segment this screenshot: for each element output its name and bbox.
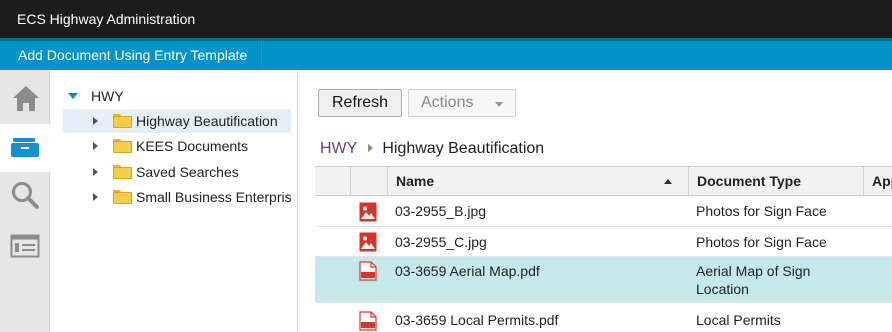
column-header-name[interactable]: Name (387, 167, 688, 196)
row-doc-type: Photos for Sign Face (696, 203, 827, 219)
column-name-label: Name (396, 173, 435, 189)
tree-item-label: Saved Searches (136, 164, 239, 180)
table-row[interactable]: 03-2955_B.jpg Photos for Sign Face (315, 196, 892, 227)
row-name[interactable]: 03-2955_B.jpg (395, 202, 486, 220)
folder-icon (113, 114, 132, 128)
row-doc-type: Photos for Sign Face (696, 234, 827, 250)
table-row[interactable]: 03-3659 Local Permits.pdf Local Permits (315, 303, 892, 332)
browse-icon (11, 138, 39, 157)
expand-right-icon[interactable] (93, 142, 98, 150)
nav-work[interactable] (0, 224, 50, 272)
breadcrumb: HWY Highway Beautification (320, 138, 544, 160)
search-icon (12, 182, 39, 209)
folder-icon (113, 165, 132, 179)
row-doc-type-continued: Location (696, 281, 749, 297)
image-file-icon (359, 202, 377, 222)
app-title-bar: ECS Highway Administration (0, 0, 892, 38)
table-row-selected[interactable]: 03-3659 Aerial Map.pdf Aerial Map of Sig… (315, 257, 892, 303)
content-pane: Refresh Actions HWY Highway Beautificatio… (299, 70, 892, 332)
grid-header: Name Document Type App (315, 166, 892, 196)
tree-item-kees-documents[interactable]: KEES Documents (63, 134, 291, 158)
tree-item-highway-beautification[interactable]: Highway Beautification (63, 109, 291, 133)
icon-column (350, 167, 387, 196)
folder-tree: HWY Highway Beautification KEES Document… (50, 70, 298, 332)
tree-item-label: Highway Beautification (136, 113, 278, 129)
nav-home[interactable] (0, 82, 50, 130)
column-header-app[interactable]: App (863, 167, 892, 196)
expand-right-icon[interactable] (93, 168, 98, 176)
row-name[interactable]: 03-3659 Local Permits.pdf (395, 311, 558, 329)
chevron-down-icon (495, 102, 503, 107)
column-header-document-type[interactable]: Document Type (688, 167, 863, 196)
home-icon (13, 86, 39, 111)
tree-root-label: HWY (91, 88, 124, 104)
pdf-file-icon (359, 311, 377, 331)
actions-dropdown[interactable]: Actions (408, 89, 516, 117)
folder-icon (113, 139, 132, 153)
nav-search[interactable] (0, 172, 50, 220)
actions-label: Actions (421, 94, 474, 111)
work-items-icon (10, 234, 40, 258)
pdf-file-icon (359, 261, 377, 281)
expand-down-icon[interactable] (68, 93, 78, 99)
breadcrumb-current: Highway Beautification (382, 140, 545, 157)
tree-item-small-business[interactable]: Small Business Enterpris (63, 185, 292, 209)
breadcrumb-root-link[interactable]: HWY (320, 140, 357, 157)
expand-right-icon[interactable] (93, 117, 98, 125)
tree-root-hwy[interactable]: HWY (66, 84, 286, 108)
sort-ascending-icon (664, 179, 672, 184)
row-name[interactable]: 03-2955_C.jpg (395, 233, 487, 251)
refresh-button[interactable]: Refresh (318, 89, 402, 117)
image-file-icon (359, 232, 377, 252)
breadcrumb-separator-icon (368, 144, 374, 153)
tab-add-document[interactable]: Add Document Using Entry Template (0, 41, 259, 70)
tree-item-saved-searches[interactable]: Saved Searches (63, 160, 291, 184)
content-list: Name Document Type App 03-2955_B.jpg Pho… (315, 166, 892, 332)
row-doc-type: Local Permits (696, 312, 781, 328)
table-row[interactable]: 03-2955_C.jpg Photos for Sign Face (315, 227, 892, 257)
row-doc-type: Aerial Map of Sign (696, 263, 811, 279)
tree-item-label: KEES Documents (136, 138, 249, 154)
app-title: ECS Highway Administration (17, 11, 196, 27)
nav-browse[interactable] (0, 124, 50, 172)
row-name[interactable]: 03-3659 Aerial Map.pdf (395, 262, 540, 280)
folder-icon (113, 190, 132, 204)
tree-item-label: Small Business Enterpris (136, 189, 292, 205)
expand-right-icon[interactable] (93, 193, 98, 201)
tab-bar: Add Document Using Entry Template (0, 38, 892, 70)
left-navigation (0, 70, 50, 332)
select-all-column[interactable] (315, 167, 350, 196)
